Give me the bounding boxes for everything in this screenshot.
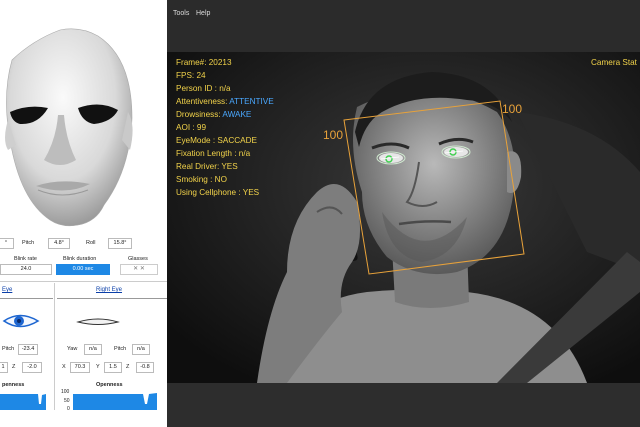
using-cellphone: Using Cellphone : YES: [176, 188, 260, 197]
frame-number: Frame#: 20213: [176, 58, 232, 67]
openness-axis-50: 50: [64, 398, 70, 404]
left-openness-label: penness: [2, 382, 25, 388]
drowsiness-value: AWAKE: [222, 110, 252, 119]
glasses-label: Glasses: [128, 256, 148, 262]
box-label-left: 100: [323, 128, 344, 142]
attentiveness-label: Attentiveness:: [176, 97, 228, 106]
menu-bar: Tools Help: [167, 0, 640, 52]
right-openness-chart: [73, 393, 157, 410]
tab-underline-right: [57, 298, 167, 299]
blink-rate-label: Blink rate: [14, 256, 37, 262]
left-pitch-label: Pitch: [2, 346, 15, 352]
box-label-right: 100: [502, 102, 523, 116]
menu-tools[interactable]: Tools: [173, 10, 189, 17]
smoking: Smoking : NO: [176, 175, 227, 184]
tab-left-eye[interactable]: Eye: [2, 287, 12, 293]
camera-view: 100 100 Frame#: 20213 FPS: 24 Person ID …: [167, 52, 640, 383]
menu-help[interactable]: Help: [196, 10, 210, 17]
aoi: AOI : 99: [176, 123, 207, 132]
blink-rate-value: 24.0: [0, 264, 52, 275]
right-x-value: 70.3: [70, 362, 90, 373]
person-id: Person ID : n/a: [176, 84, 231, 93]
tab-underline-left: [0, 298, 53, 299]
roll-value: 15.8°: [108, 238, 132, 249]
right-yaw-label: Yaw: [67, 346, 78, 352]
bottom-bar: [167, 383, 640, 427]
tab-right-eye[interactable]: Right Eye: [96, 287, 122, 293]
right-y-value: 1.5: [104, 362, 122, 373]
right-pitch-label: Pitch: [114, 346, 127, 352]
pitch-label: Pitch: [22, 240, 35, 246]
blink-duration-value: 0.00 sec: [56, 264, 110, 275]
eye-column-divider: [54, 283, 55, 410]
attentiveness-row: Attentiveness: ATTENTIVE: [176, 97, 274, 106]
real-driver: Real Driver: YES: [176, 162, 238, 171]
open-eye-icon: [2, 314, 40, 328]
eye-mode: EyeMode : SACCADE: [176, 136, 257, 145]
right-yaw-value: n/a: [84, 344, 102, 355]
fps: FPS: 24: [176, 71, 206, 80]
camera-status: Camera Stat: [591, 58, 637, 67]
right-openness-label: Openness: [96, 382, 123, 388]
left-z-label: Z: [12, 364, 16, 370]
left-panel: ° Pitch 4.8° Roll 15.8° Blink rate 24.0 …: [0, 0, 167, 427]
attentiveness-value: ATTENTIVE: [229, 97, 274, 106]
glasses-icon: ✕ ✕: [120, 264, 158, 275]
right-z-value: -0.8: [136, 362, 154, 373]
divider: [0, 281, 167, 282]
blink-duration-label: Blink duration: [63, 256, 97, 262]
left-z-value: -2.0: [22, 362, 42, 373]
right-y-label: Y: [96, 364, 100, 370]
right-pitch-value: n/a: [132, 344, 150, 355]
fixation-length: Fixation Length : n/a: [176, 149, 251, 158]
roll-label: Roll: [86, 240, 96, 246]
drowsiness-row: Drowsiness: AWAKE: [176, 110, 251, 119]
right-z-label: Z: [126, 364, 130, 370]
openness-axis-100: 100: [61, 389, 70, 395]
left-openness-chart: [0, 394, 46, 410]
pitch-value: 4.8°: [48, 238, 70, 249]
openness-axis-0: 0: [67, 406, 70, 412]
face-model-3d: [5, 28, 133, 227]
left-pitch-value: -23.4: [18, 344, 38, 355]
closed-eye-icon: [76, 318, 120, 325]
yaw-value: °: [0, 238, 14, 249]
left-x-value: 1: [0, 362, 8, 373]
drowsiness-label: Drowsiness:: [176, 110, 221, 119]
right-x-label: X: [62, 364, 66, 370]
